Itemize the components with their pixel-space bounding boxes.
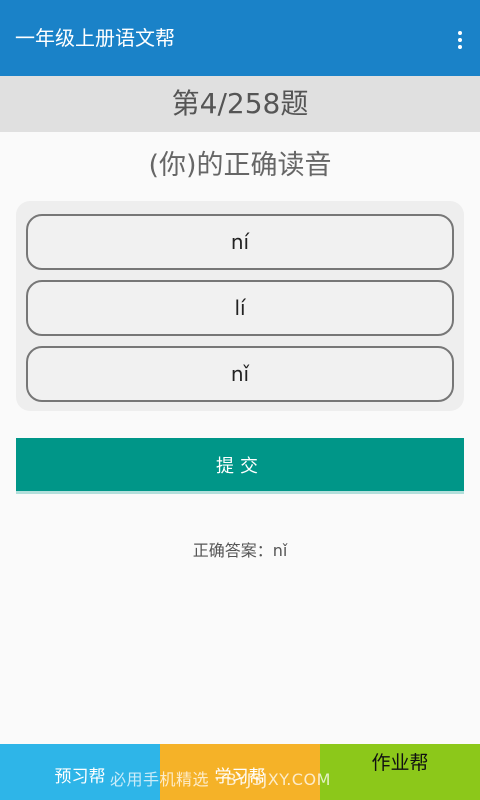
- answer-option-3[interactable]: nǐ: [26, 346, 454, 402]
- question-progress: 第4/258题: [171, 87, 309, 120]
- question-text: (你)的正确读音: [148, 150, 332, 181]
- tab-homework[interactable]: 作业帮: [320, 744, 480, 800]
- app-screen: 一年级上册语文帮 第4/258题 (你)的正确读音 ní lí nǐ 提交 正确…: [0, 0, 480, 800]
- app-bar: 一年级上册语文帮: [0, 0, 480, 76]
- tab-preview[interactable]: 预习帮: [0, 744, 160, 800]
- tab-study-label: 学习帮: [214, 767, 266, 787]
- options-panel: ní lí nǐ: [16, 201, 464, 411]
- tab-preview-label: 预习帮: [54, 767, 106, 787]
- correct-answer-text: 正确答案：nǐ: [192, 541, 288, 560]
- answer-option-2[interactable]: lí: [26, 280, 454, 336]
- tab-homework-label: 作业帮: [371, 752, 429, 774]
- answer-option-1[interactable]: ní: [26, 214, 454, 270]
- menu-dot: [458, 45, 462, 49]
- menu-dot: [458, 38, 462, 42]
- question-progress-bar: 第4/258题: [0, 76, 480, 132]
- submit-button[interactable]: 提交: [16, 438, 464, 494]
- menu-dot: [458, 31, 462, 35]
- app-title: 一年级上册语文帮: [15, 26, 175, 50]
- tab-study[interactable]: 学习帮: [160, 744, 320, 800]
- more-vert-icon[interactable]: [446, 26, 474, 54]
- bottom-navigation: 预习帮 学习帮 作业帮: [0, 744, 480, 800]
